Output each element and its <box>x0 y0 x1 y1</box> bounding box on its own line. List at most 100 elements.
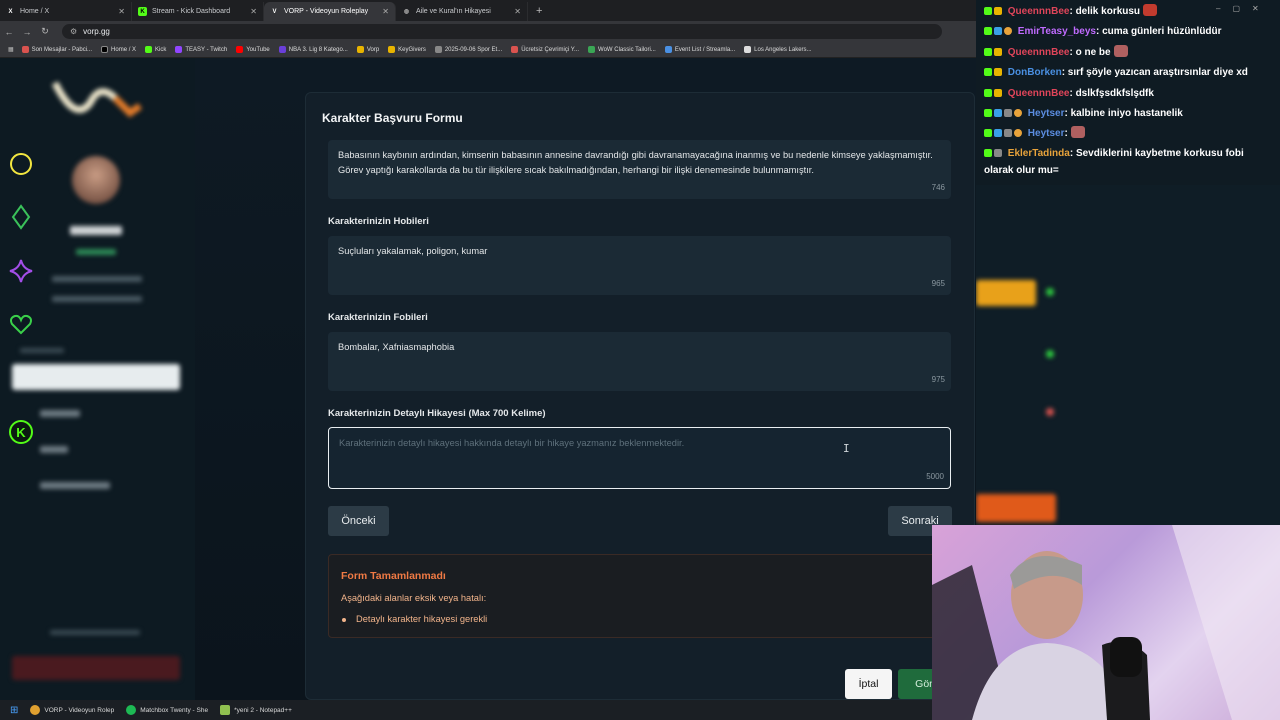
forward-icon[interactable]: → <box>18 27 36 37</box>
taskbar-item[interactable]: Matchbox Twenty - She <box>126 705 208 715</box>
close-icon[interactable]: ✕ <box>250 7 257 16</box>
bookmark-item[interactable]: 2025-09-06 Spor Et... <box>434 46 502 53</box>
phobias-label: Karakterinizin Fobileri <box>328 312 428 323</box>
kick-badge-icon <box>984 109 992 117</box>
hobbies-textarea[interactable]: Suçluları yakalamak, poligon, kumar 965 <box>328 236 951 295</box>
vorp-logo-icon: V <box>272 8 277 15</box>
coin-badge-icon <box>1004 27 1012 35</box>
emoji-badge-icon <box>994 89 1002 97</box>
hobbies-value: Suçluları yakalamak, poligon, kumar <box>338 246 488 256</box>
chat-username[interactable]: Heytser <box>1028 128 1065 139</box>
kick-badge-icon <box>984 89 992 97</box>
background-textarea[interactable]: Babasının kaybının ardından, kimsenin ba… <box>328 140 951 199</box>
browser-tab-active[interactable]: V VORP - Videoyun Roleplay ✕ <box>264 2 396 21</box>
bookmark-item[interactable]: Home / X <box>101 46 136 53</box>
chat-username[interactable]: EklerTadinda <box>1008 148 1070 159</box>
kick-badge-icon <box>984 68 992 76</box>
taskbar-item[interactable]: *yeni 2 - Notepad++ <box>220 705 292 715</box>
gem-badge-icon <box>994 109 1002 117</box>
chat-message: EmirTeasy_beys: cuma günleri hüzünlüdür <box>984 22 1274 42</box>
chat-text: : sırf şöyle yazıcan araştırsınlar diye … <box>1061 67 1248 78</box>
bookmark-item[interactable]: KeyGivers <box>388 46 426 53</box>
kick-badge-icon <box>984 27 992 35</box>
chat-username[interactable]: EmirTeasy_beys <box>1018 26 1096 37</box>
chat-username[interactable]: QueennnBee <box>1008 88 1070 99</box>
story-textarea[interactable]: Karakterinizin detaylı hikayesi hakkında… <box>328 427 951 489</box>
hobbies-label: Karakterinizin Hobileri <box>328 216 429 227</box>
bookmark-item[interactable]: NBA 3. Lig 8 Katego... <box>278 46 348 53</box>
circle-overlay-icon <box>10 153 32 175</box>
coin-badge-icon <box>1014 109 1022 117</box>
sidebar-item[interactable] <box>40 482 110 489</box>
bookmark-item[interactable]: Ücretsiz Çevrimiçi Y... <box>511 46 579 53</box>
taskbar-item[interactable]: VORP - Videoyun Rolep <box>30 705 114 715</box>
kick-badge-icon <box>984 149 992 157</box>
sidebar-logout[interactable] <box>12 656 180 680</box>
reload-icon[interactable]: ↻ <box>36 26 54 37</box>
char-counter: 965 <box>931 279 945 288</box>
tab-title: VORP - Videoyun Roleplay <box>284 8 369 15</box>
chat-message: QueennnBee: o ne be <box>984 43 1274 63</box>
tab-title: Stream - Kick Dashboard <box>152 8 231 15</box>
bookmark-item[interactable]: Vorp <box>356 46 379 53</box>
close-icon[interactable]: ✕ <box>382 7 389 16</box>
phobias-textarea[interactable]: Bombalar, Xafniasmaphobia 975 <box>328 332 951 391</box>
chat-username[interactable]: DonBorken <box>1008 67 1062 78</box>
blurred-info <box>52 276 142 282</box>
browser-tab-bar: X Home / X ✕ K Stream - Kick Dashboard ✕… <box>0 0 976 21</box>
bookmark-item[interactable]: Los Angeles Lakers... <box>744 46 812 53</box>
bookmark-item[interactable]: WoW Classic Tailori... <box>588 46 656 53</box>
status-dot-icon <box>1046 350 1054 358</box>
bookmark-item[interactable]: TEASY - Twitch <box>175 46 227 53</box>
apps-icon[interactable]: ▦ <box>8 46 14 53</box>
close-icon[interactable]: ✕ <box>514 7 521 16</box>
status-dot-icon <box>1046 408 1054 416</box>
chat-username[interactable]: QueennnBee <box>1008 6 1070 17</box>
emote-icon <box>1113 45 1128 57</box>
story-label: Karakterinizin Detaylı Hikayesi (Max 700… <box>328 408 546 419</box>
sidebar-item-active[interactable] <box>12 364 180 390</box>
blurred-info <box>52 296 142 302</box>
chat-message: QueennnBee: delik korkusu <box>984 2 1274 22</box>
chat-username[interactable]: Heytser <box>1028 108 1065 119</box>
cancel-button[interactable]: İptal <box>845 669 892 699</box>
diamond-overlay-icon <box>11 204 31 230</box>
url-input[interactable]: ⚙ vorp.gg <box>62 24 942 39</box>
bookmark-item[interactable]: YouTube <box>236 46 270 53</box>
new-tab-icon[interactable]: + <box>536 5 542 17</box>
chat-text: : o ne be <box>1069 47 1111 58</box>
blurred-username <box>70 226 122 235</box>
emoji-badge-icon <box>994 48 1002 56</box>
chat-message: DonBorken: sırf şöyle yazıcan araştırsın… <box>984 63 1274 83</box>
back-icon[interactable]: ← <box>0 27 18 37</box>
error-subtitle: Aşağıdaki alanlar eksik veya hatalı: <box>341 593 487 603</box>
sub-badge-icon <box>1004 109 1012 117</box>
chat-message: QueennnBee: dslkfşsdkfslşdfk <box>984 84 1274 104</box>
previous-button[interactable]: Önceki <box>328 506 389 536</box>
site-info-icon[interactable]: ⚙ <box>70 27 77 36</box>
status-dot-icon <box>1046 288 1054 296</box>
error-title: Form Tamamlanmadı <box>341 570 446 582</box>
browser-tab[interactable]: X Home / X ✕ <box>0 2 132 21</box>
sub-badge-icon <box>1004 129 1012 137</box>
browser-tab[interactable]: K Stream - Kick Dashboard ✕ <box>132 2 264 21</box>
blurred-chat-element <box>976 280 1036 306</box>
bookmarks-bar: ▦ Son Mesajlar - Pabci... Home / X Kick … <box>0 42 976 58</box>
chat-text: : cuma günleri hüzünlüdür <box>1095 26 1222 37</box>
sidebar-item[interactable] <box>40 410 80 417</box>
windows-start-icon[interactable]: ⊞ <box>10 705 18 716</box>
bookmark-item[interactable]: Son Mesajlar - Pabci... <box>21 46 92 53</box>
sidebar-item[interactable] <box>40 446 68 453</box>
kick-badge-icon <box>984 7 992 15</box>
browser-tab[interactable]: ◍ Aile ve Kural'ın Hikayesi ✕ <box>396 2 528 21</box>
blurred-chat-element <box>976 494 1056 522</box>
chat-message: EklerTadinda: Sevdiklerini kaybetme kork… <box>984 145 1268 179</box>
chat-text: : delik korkusu <box>1069 6 1141 17</box>
bookmark-item[interactable]: Kick <box>145 46 166 53</box>
coin-badge-icon <box>1014 129 1022 137</box>
bookmark-item[interactable]: Event List / Streamla... <box>664 46 735 53</box>
close-icon[interactable]: ✕ <box>118 7 125 16</box>
chat-username[interactable]: QueennnBee <box>1008 47 1070 58</box>
spotify-icon <box>126 705 137 715</box>
kick-logo-icon: K <box>9 420 33 444</box>
